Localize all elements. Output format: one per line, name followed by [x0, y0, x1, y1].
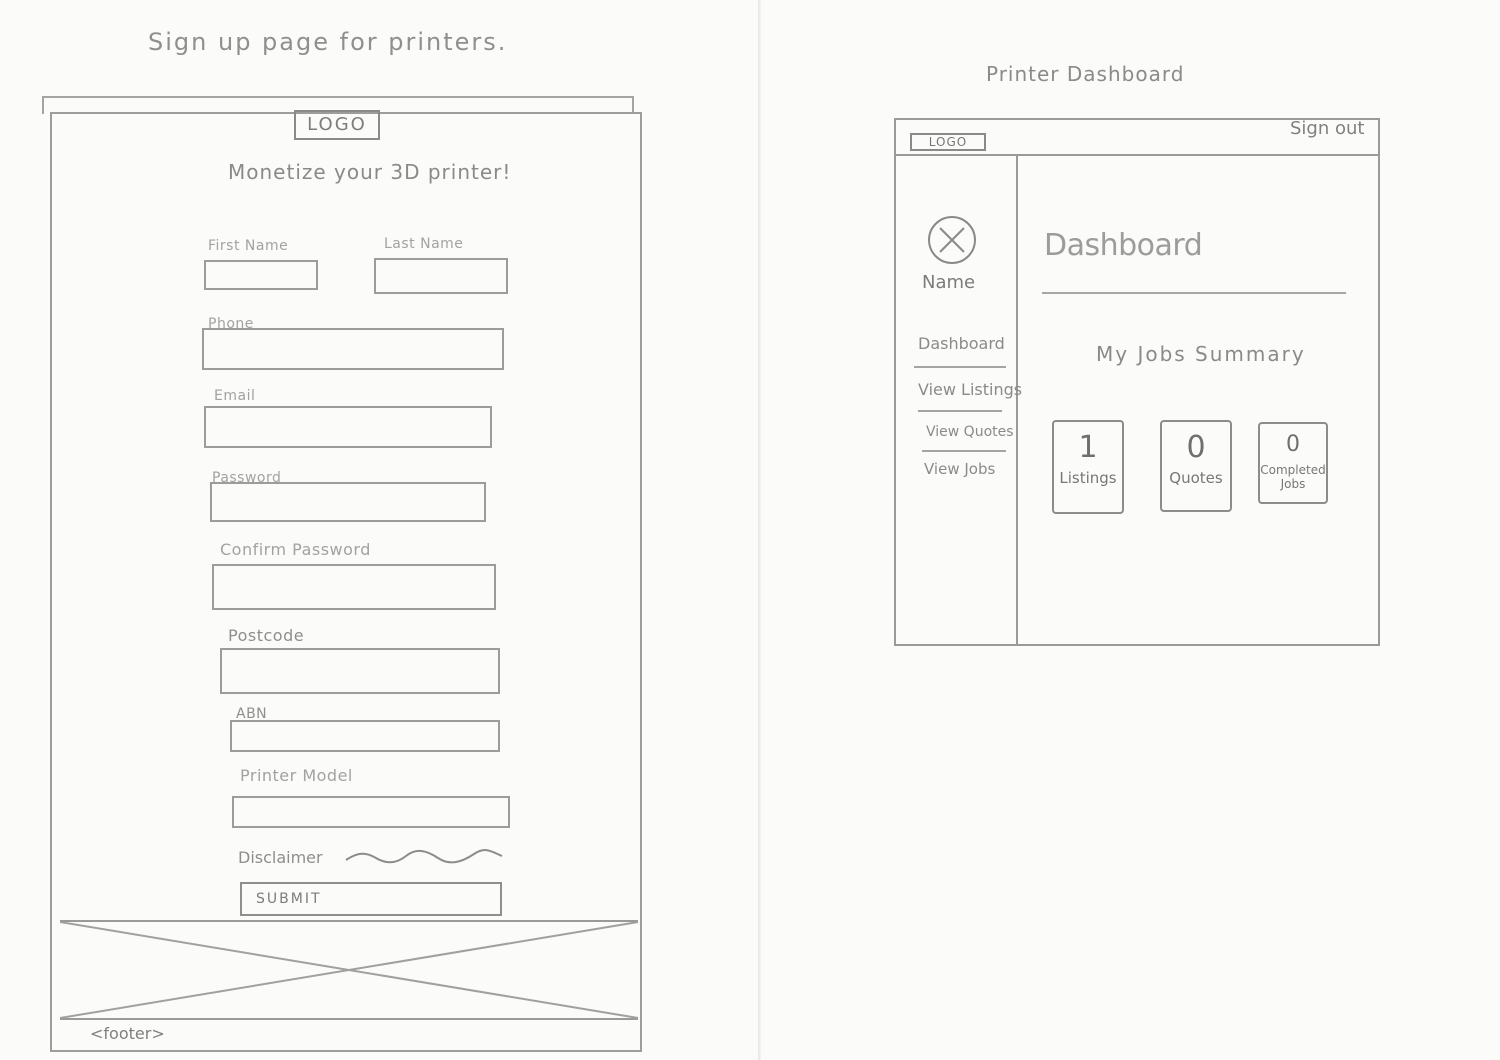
disclaimer-label: Disclaimer	[238, 848, 323, 867]
last-name-input[interactable]	[374, 258, 508, 294]
postcode-input[interactable]	[220, 648, 500, 694]
dashboard-logo: LOGO	[910, 133, 986, 151]
dashboard-title-rule	[1042, 292, 1346, 294]
email-label: Email	[214, 388, 256, 404]
password-input[interactable]	[210, 482, 486, 522]
abn-input[interactable]	[230, 720, 500, 752]
sidebar-item-dashboard[interactable]: Dashboard	[918, 334, 1005, 353]
dashboard-caption: Printer Dashboard	[986, 62, 1185, 86]
stat-label: Listings	[1059, 469, 1117, 487]
first-name-input[interactable]	[204, 260, 318, 290]
email-input[interactable]	[204, 406, 492, 448]
submit-button[interactable]: SUBMIT	[240, 882, 502, 916]
footer-cross-icon	[59, 921, 639, 1019]
sidebar-separator	[922, 450, 1006, 452]
confirm-password-label: Confirm Password	[220, 540, 371, 559]
last-name-label: Last Name	[384, 236, 464, 252]
sign-out-link[interactable]: Sign out	[1290, 118, 1364, 139]
sidebar-separator	[914, 366, 1006, 368]
jobs-summary-title: My Jobs Summary	[1096, 342, 1306, 366]
printer-model-input[interactable]	[232, 796, 510, 828]
stat-card-completed-jobs[interactable]: 0 Completed Jobs	[1258, 422, 1328, 504]
signup-caption: Sign up page for printers.	[148, 28, 508, 56]
sheet-divider	[758, 0, 761, 1060]
stat-card-quotes[interactable]: 0 Quotes	[1160, 420, 1232, 512]
first-name-label: First Name	[208, 238, 289, 254]
dashboard-header-divider	[894, 154, 1380, 156]
stat-value: 0	[1286, 432, 1300, 457]
avatar-placeholder-icon	[939, 227, 965, 253]
stat-value: 1	[1078, 430, 1098, 465]
confirm-password-input[interactable]	[212, 564, 496, 610]
signup-tagline: Monetize your 3D printer!	[228, 160, 512, 184]
phone-input[interactable]	[202, 328, 504, 370]
stat-label: Quotes	[1169, 469, 1223, 487]
sidebar-item-view-quotes[interactable]: View Quotes	[926, 424, 1014, 440]
sidebar-divider	[1016, 156, 1018, 644]
signup-logo: LOGO	[294, 110, 380, 140]
sidebar-separator	[918, 410, 1002, 412]
disclaimer-text-squiggle	[345, 849, 503, 864]
footer-placeholder	[59, 920, 639, 1020]
sidebar-item-view-jobs[interactable]: View Jobs	[924, 460, 995, 478]
avatar	[928, 216, 976, 264]
printer-model-label: Printer Model	[240, 766, 353, 785]
dashboard-title: Dashboard	[1044, 228, 1203, 263]
postcode-label: Postcode	[228, 626, 305, 645]
footer-label: <footer>	[90, 1024, 165, 1043]
sidebar-item-view-listings[interactable]: View Listings	[918, 380, 1022, 399]
stat-value: 0	[1186, 430, 1206, 465]
stat-label: Completed Jobs	[1260, 463, 1326, 491]
user-name: Name	[922, 272, 976, 293]
stat-card-listings[interactable]: 1 Listings	[1052, 420, 1124, 514]
